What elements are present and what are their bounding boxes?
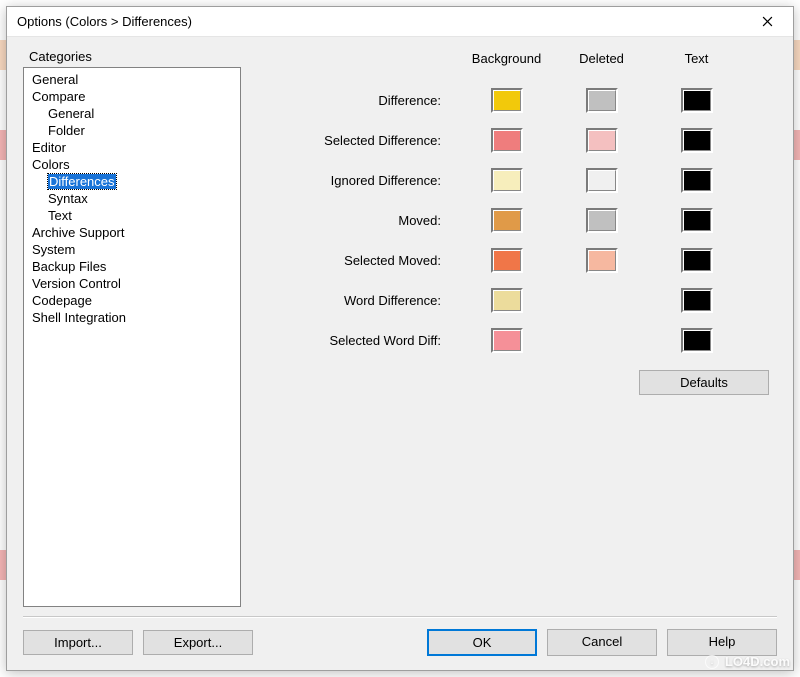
swatch-text[interactable] bbox=[681, 88, 713, 113]
category-item-label: Folder bbox=[48, 123, 85, 138]
category-item[interactable]: Differences bbox=[26, 173, 238, 190]
color-row-label: Difference: bbox=[259, 93, 459, 108]
swatch-background[interactable] bbox=[491, 328, 523, 353]
watermark-icon: ↓ bbox=[705, 655, 719, 669]
swatch-text[interactable] bbox=[681, 248, 713, 273]
swatch-deleted[interactable] bbox=[586, 248, 618, 273]
dialog-footer: Import... Export... OK Cancel Help bbox=[23, 629, 777, 656]
category-item[interactable]: Version Control bbox=[26, 275, 238, 292]
category-item[interactable]: Colors bbox=[26, 156, 238, 173]
category-item-label: Backup Files bbox=[32, 259, 106, 274]
dialog-body: Categories General Compare General Folder Ed… bbox=[7, 37, 793, 670]
category-item-label: General bbox=[32, 72, 78, 87]
window-title: Options (Colors > Differences) bbox=[17, 14, 751, 29]
import-button[interactable]: Import... bbox=[23, 630, 133, 655]
swatch-background[interactable] bbox=[491, 208, 523, 233]
close-button[interactable] bbox=[751, 10, 783, 34]
category-item-label: Syntax bbox=[48, 191, 88, 206]
color-row: Selected Word Diff: bbox=[259, 320, 777, 360]
color-settings-panel: Background Deleted Text Difference: Selec… bbox=[259, 49, 777, 607]
category-item-label: Differences bbox=[48, 174, 116, 189]
close-icon bbox=[762, 16, 773, 27]
category-item[interactable]: Shell Integration bbox=[26, 309, 238, 326]
category-item-label: System bbox=[32, 242, 75, 257]
category-item[interactable]: General bbox=[26, 71, 238, 88]
category-item-label: Archive Support bbox=[32, 225, 125, 240]
category-item[interactable]: Text bbox=[26, 207, 238, 224]
defaults-button[interactable]: Defaults bbox=[639, 370, 769, 395]
ok-button[interactable]: OK bbox=[427, 629, 537, 656]
category-item[interactable]: Editor bbox=[26, 139, 238, 156]
col-header-text: Text bbox=[649, 51, 744, 66]
swatch-text[interactable] bbox=[681, 208, 713, 233]
color-row: Moved: bbox=[259, 200, 777, 240]
options-dialog: Options (Colors > Differences) Categorie… bbox=[6, 6, 794, 671]
category-item-label: Compare bbox=[32, 89, 85, 104]
color-row: Difference: bbox=[259, 80, 777, 120]
swatch-background[interactable] bbox=[491, 288, 523, 313]
separator bbox=[23, 616, 777, 618]
swatch-text[interactable] bbox=[681, 288, 713, 313]
category-item-label: Colors bbox=[32, 157, 70, 172]
titlebar: Options (Colors > Differences) bbox=[7, 7, 793, 37]
swatch-text[interactable] bbox=[681, 128, 713, 153]
categories-listbox[interactable]: General Compare General Folder Editor Colors D… bbox=[23, 67, 241, 607]
category-item-label: Shell Integration bbox=[32, 310, 126, 325]
swatch-deleted[interactable] bbox=[586, 208, 618, 233]
swatch-text[interactable] bbox=[681, 168, 713, 193]
category-item[interactable]: Backup Files bbox=[26, 258, 238, 275]
cancel-button[interactable]: Cancel bbox=[547, 629, 657, 656]
color-row: Word Difference: bbox=[259, 280, 777, 320]
swatch-deleted[interactable] bbox=[586, 88, 618, 113]
color-row-label: Ignored Difference: bbox=[259, 173, 459, 188]
help-button[interactable]: Help bbox=[667, 629, 777, 656]
categories-label: Categories bbox=[29, 49, 241, 64]
category-item[interactable]: Archive Support bbox=[26, 224, 238, 241]
category-item[interactable]: Syntax bbox=[26, 190, 238, 207]
category-item-label: Editor bbox=[32, 140, 66, 155]
swatch-background[interactable] bbox=[491, 248, 523, 273]
color-row-label: Word Difference: bbox=[259, 293, 459, 308]
categories-panel: Categories General Compare General Folder Ed… bbox=[23, 49, 241, 607]
category-item-label: Codepage bbox=[32, 293, 92, 308]
color-row-label: Moved: bbox=[259, 213, 459, 228]
color-row-label: Selected Difference: bbox=[259, 133, 459, 148]
swatch-background[interactable] bbox=[491, 168, 523, 193]
swatch-deleted[interactable] bbox=[586, 128, 618, 153]
swatch-text[interactable] bbox=[681, 328, 713, 353]
category-item-label: General bbox=[48, 106, 94, 121]
color-row: Selected Moved: bbox=[259, 240, 777, 280]
category-item[interactable]: Folder bbox=[26, 122, 238, 139]
swatch-background[interactable] bbox=[491, 88, 523, 113]
swatch-background[interactable] bbox=[491, 128, 523, 153]
col-header-deleted: Deleted bbox=[554, 51, 649, 66]
category-item[interactable]: Codepage bbox=[26, 292, 238, 309]
category-item[interactable]: System bbox=[26, 241, 238, 258]
category-item-label: Text bbox=[48, 208, 72, 223]
col-header-background: Background bbox=[459, 51, 554, 66]
watermark: ↓ LO4D.com bbox=[705, 654, 790, 669]
category-item[interactable]: General bbox=[26, 105, 238, 122]
color-row: Ignored Difference: bbox=[259, 160, 777, 200]
color-row-label: Selected Moved: bbox=[259, 253, 459, 268]
category-item-label: Version Control bbox=[32, 276, 121, 291]
column-headers: Background Deleted Text bbox=[259, 51, 777, 66]
swatch-deleted[interactable] bbox=[586, 168, 618, 193]
watermark-text: LO4D.com bbox=[725, 654, 790, 669]
color-row-label: Selected Word Diff: bbox=[259, 333, 459, 348]
color-row: Selected Difference: bbox=[259, 120, 777, 160]
category-item[interactable]: Compare bbox=[26, 88, 238, 105]
export-button[interactable]: Export... bbox=[143, 630, 253, 655]
